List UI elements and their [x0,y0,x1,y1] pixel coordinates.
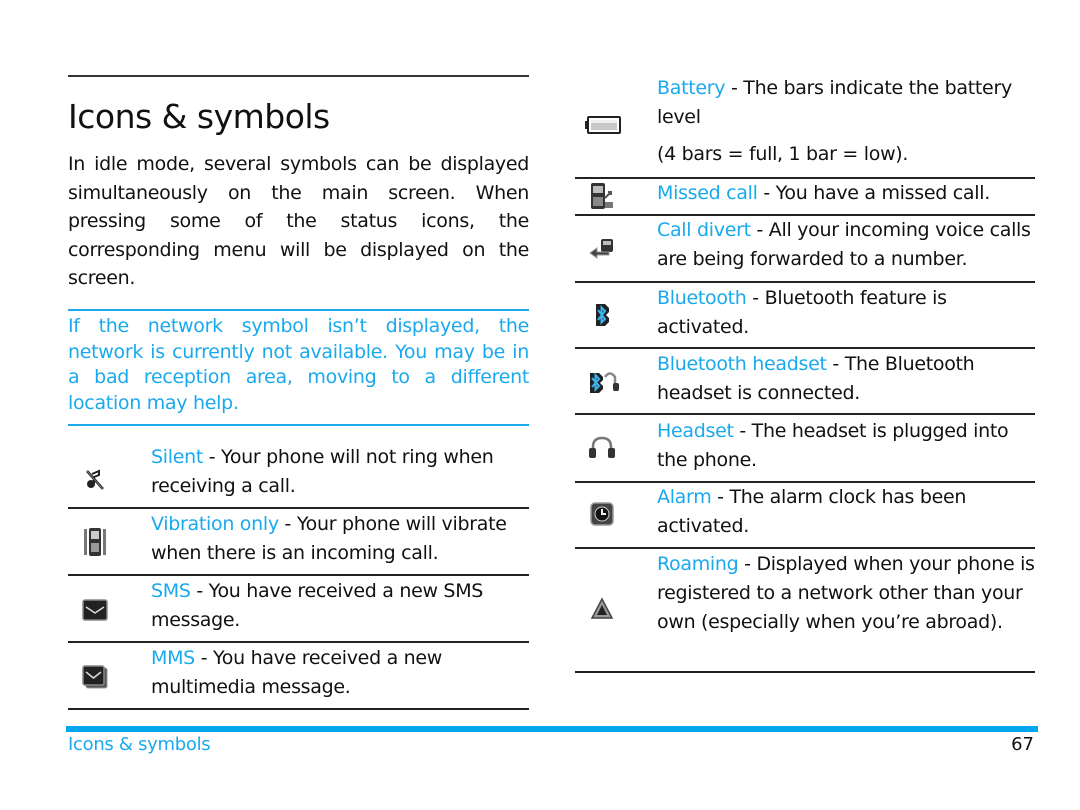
icon-row-battery: Battery - The bars indicate the battery … [575,74,1035,178]
page-title: Icons & symbols [68,97,330,136]
bluetooth-icon [587,300,617,330]
vibration-icon [80,527,110,557]
item-desc: - You have received a new multimedia mes… [151,647,443,698]
item-desc: - You have a missed call. [757,182,990,204]
row-divider [68,507,529,509]
item-term: Missed call [657,182,758,204]
headset-icon [587,433,617,463]
row-divider [68,641,529,643]
item-term: Vibration only [151,513,279,535]
item-text: Battery - The bars indicate the battery … [657,74,1035,132]
item-desc: - Your phone will not ring when receivin… [151,446,494,497]
item-term: SMS [151,580,191,602]
item-text: Headset - The headset is plugged into th… [657,417,1035,475]
icon-row-bluetooth-headset: Bluetooth headset - The Bluetooth headse… [575,350,1035,414]
item-term: Bluetooth [657,287,747,309]
item-term: Battery [657,77,726,99]
row-divider [575,547,1035,549]
icon-row-missed-call: Missed call - You have a missed call. [575,179,1035,215]
item-text: Alarm - The alarm clock has been activat… [657,483,1035,541]
mms-icon [80,662,110,692]
item-extra: (4 bars = full, 1 bar = low). [657,143,909,165]
row-divider [68,574,529,576]
item-text: Call divert - All your incoming voice ca… [657,216,1035,274]
row-divider [575,281,1035,283]
item-term: MMS [151,647,195,669]
item-desc: - You have received a new SMS message. [151,580,484,631]
alarm-icon [587,499,617,529]
top-rule [68,75,529,77]
note-top-rule [68,309,529,311]
item-text: Bluetooth - Bluetooth feature is activat… [657,284,1035,342]
item-text: Bluetooth headset - The Bluetooth headse… [657,350,1035,408]
item-text: MMS - You have received a new multimedia… [151,644,529,702]
icon-row-roaming: Roaming - Displayed when your phone is r… [575,550,1035,672]
row-divider [68,708,529,710]
call-divert-icon [587,234,617,264]
network-note: If the network symbol isn’t displayed, t… [68,315,529,414]
icon-row-vibration: Vibration only - Your phone will vibrate… [68,510,529,574]
note-bottom-rule [68,424,529,426]
row-divider [575,671,1035,673]
icon-row-mms: MMS - You have received a new multimedia… [68,644,529,708]
intro-paragraph: In idle mode, several symbols can be dis… [68,153,529,289]
roaming-icon [587,594,617,624]
item-text: Missed call - You have a missed call. [657,179,1035,208]
row-divider [575,347,1035,349]
icon-row-call-divert: Call divert - All your incoming voice ca… [575,216,1035,282]
page-number: 67 [1011,734,1034,755]
icon-row-bluetooth: Bluetooth - Bluetooth feature is activat… [575,284,1035,348]
item-term: Call divert [657,219,751,241]
icon-row-silent: Silent - Your phone will not ring when r… [68,443,529,507]
item-term: Roaming [657,553,739,575]
silent-icon [80,465,110,495]
icon-row-alarm: Alarm - The alarm clock has been activat… [575,483,1035,547]
item-term: Headset [657,420,734,442]
icon-row-headset: Headset - The headset is plugged into th… [575,417,1035,481]
icon-row-sms: SMS - You have received a new SMS messag… [68,577,529,641]
sms-icon [80,595,110,625]
footer-section-title: Icons & symbols [68,734,211,755]
item-text: SMS - You have received a new SMS messag… [151,577,529,635]
item-text: Vibration only - Your phone will vibrate… [151,510,529,568]
item-term: Silent [151,446,203,468]
item-text: Roaming - Displayed when your phone is r… [657,550,1035,637]
footer-bar [66,726,1038,732]
row-divider [575,413,1035,415]
item-term: Bluetooth headset [657,353,827,375]
item-term: Alarm [657,486,712,508]
missed-call-icon [587,181,617,211]
bluetooth-headset-icon [587,367,621,397]
battery-icon [585,110,621,140]
item-text: Silent - Your phone will not ring when r… [151,443,529,501]
